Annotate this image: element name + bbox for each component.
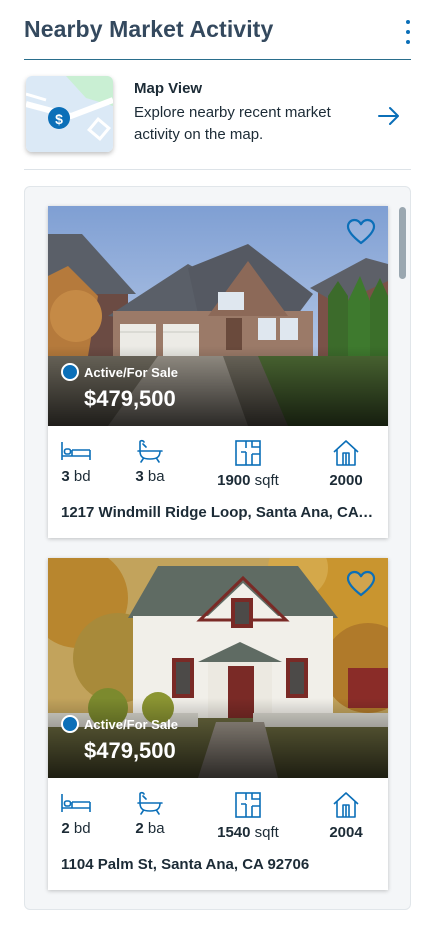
status-dot (61, 363, 79, 381)
listing-price: $479,500 (84, 738, 176, 763)
baths-value: 3 (135, 468, 144, 485)
map-view-link[interactable]: $ Map View Explore nearby recent market … (24, 60, 411, 170)
beds-value: 2 (61, 820, 70, 837)
status-dot (61, 715, 79, 733)
map-view-description: Explore nearby recent market activity on… (134, 104, 331, 143)
heart-icon[interactable] (346, 218, 376, 246)
beds-value: 3 (61, 468, 70, 485)
sqft-unit: sqft (254, 824, 279, 841)
map-view-title: Map View (134, 80, 203, 97)
listing-card[interactable]: Active/For Sale $479,500 2 bd 2 ba 1540 … (48, 558, 388, 890)
floorplan-icon (235, 440, 261, 466)
bed-icon (61, 442, 91, 460)
page-title: Nearby Market Activity (24, 16, 274, 42)
listing-address[interactable]: 1217 Windmill Ridge Loop, Santa Ana, CA … (61, 504, 377, 521)
heart-icon[interactable] (346, 570, 376, 598)
arrow-right-icon[interactable] (377, 104, 401, 128)
sqft-unit: sqft (254, 472, 279, 489)
year-value: 2000 (329, 472, 363, 489)
stat-year: 2000 (306, 439, 386, 489)
house-year-icon (333, 792, 359, 818)
baths-unit: ba (147, 820, 165, 837)
listings-panel[interactable]: Active/For Sale $479,500 3 bd 3 ba 1900 … (24, 186, 411, 910)
kebab-menu-icon[interactable] (403, 20, 413, 44)
listing-photo[interactable]: Active/For Sale $479,500 (48, 558, 388, 778)
bathtub-icon (137, 791, 163, 815)
floorplan-icon (235, 792, 261, 818)
listing-stats: 3 bd 3 ba 1900 sqft 2000 (48, 439, 388, 493)
baths-value: 2 (135, 820, 144, 837)
stat-beds: 3 bd (36, 439, 116, 485)
stat-baths: 3 ba (110, 439, 190, 485)
stat-sqft: 1900 sqft (208, 439, 288, 489)
svg-text:$: $ (55, 111, 63, 127)
house-year-icon (333, 440, 359, 466)
listing-photo[interactable]: Active/For Sale $479,500 (48, 206, 388, 426)
stat-year: 2004 (306, 791, 386, 841)
scrollbar-thumb[interactable] (399, 207, 406, 279)
stat-beds: 2 bd (36, 791, 116, 837)
sqft-value: 1540 (217, 824, 251, 841)
map-thumbnail: $ (26, 76, 113, 152)
status-text: Active/For Sale (84, 716, 178, 732)
stat-sqft: 1540 sqft (208, 791, 288, 841)
bathtub-icon (137, 439, 163, 463)
beds-unit: bd (73, 468, 91, 485)
stat-baths: 2 ba (110, 791, 190, 837)
bed-icon (61, 794, 91, 812)
status-text: Active/For Sale (84, 364, 178, 380)
status-badge: Active/For Sale (61, 715, 178, 733)
listing-stats: 2 bd 2 ba 1540 sqft 2004 (48, 791, 388, 845)
year-value: 2004 (329, 824, 363, 841)
baths-unit: ba (147, 468, 165, 485)
listing-address[interactable]: 1104 Palm St, Santa Ana, CA 92706 (61, 856, 377, 873)
sqft-value: 1900 (217, 472, 251, 489)
status-badge: Active/For Sale (61, 363, 178, 381)
page-header: Nearby Market Activity (24, 14, 411, 60)
beds-unit: bd (73, 820, 91, 837)
listing-price: $479,500 (84, 386, 176, 411)
listing-card[interactable]: Active/For Sale $479,500 3 bd 3 ba 1900 … (48, 206, 388, 538)
